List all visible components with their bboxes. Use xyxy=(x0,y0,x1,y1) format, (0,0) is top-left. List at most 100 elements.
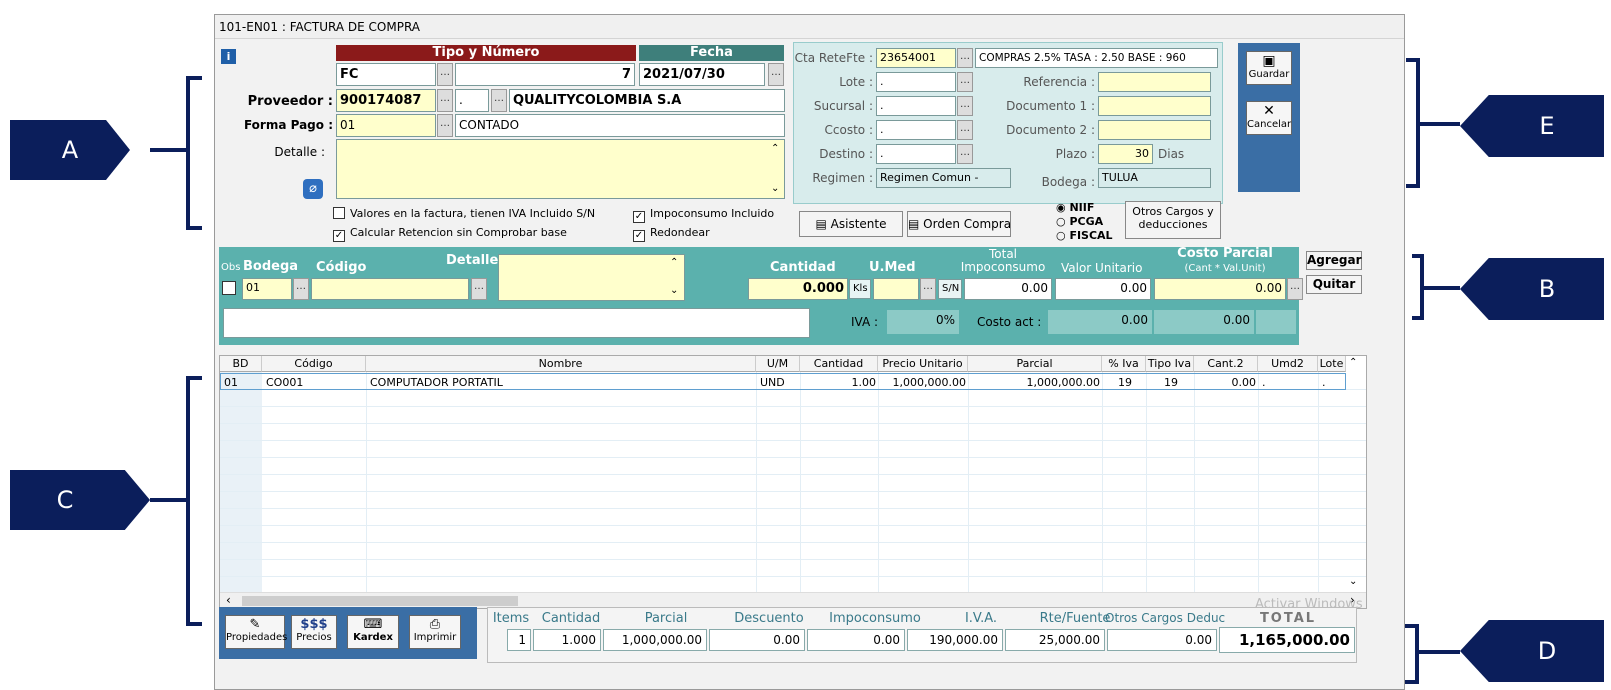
items-grid[interactable]: BD Código Nombre U/M Cantidad Precio Uni… xyxy=(219,355,1367,609)
costo-parcial-lookup-button[interactable]: … xyxy=(1287,278,1303,300)
asistente-button[interactable]: ▤ Asistente xyxy=(799,211,903,237)
summary-iva-label: I.V.A. xyxy=(964,611,998,626)
fecha-picker-button[interactable]: … xyxy=(768,63,784,86)
kardex-button[interactable]: ⌨ Kardex xyxy=(347,615,399,649)
destino-field[interactable]: . xyxy=(876,144,956,164)
radio-niif[interactable]: ◉ NIIF xyxy=(1056,201,1094,214)
radio-fiscal[interactable]: ○ FISCAL xyxy=(1056,229,1113,242)
col-tipo-iva[interactable]: Tipo Iva xyxy=(1146,356,1194,372)
grid-scroll-up-icon[interactable]: ⌃ xyxy=(1349,357,1357,368)
col-cant2[interactable]: Cant.2 xyxy=(1194,356,1258,372)
destino-lookup-button[interactable]: … xyxy=(957,144,973,164)
iva-value: 0% xyxy=(887,310,959,334)
printer-icon: ⎙ xyxy=(429,617,441,632)
cta-retefte-lookup-button[interactable]: … xyxy=(957,48,973,68)
col-um[interactable]: U/M xyxy=(756,356,800,372)
guardar-button[interactable]: ▣ Guardar xyxy=(1246,51,1292,85)
col-precio-unitario[interactable]: Precio Unitario xyxy=(878,356,968,372)
proveedor-sub-lookup-button[interactable]: … xyxy=(491,89,507,112)
detalle-item-scroll-down-icon[interactable]: ⌄ xyxy=(670,285,678,296)
info-icon[interactable]: i xyxy=(221,49,236,64)
table-row[interactable]: 01 CO001 COMPUTADOR PORTATIL UND 1.00 1,… xyxy=(220,373,1346,390)
obs-checkbox[interactable] xyxy=(222,281,236,295)
chk-iva-incluido[interactable]: Valores en la factura, tienen IVA Inclui… xyxy=(333,207,595,220)
proveedor-name-field: QUALITYCOLOMBIA S.A xyxy=(509,89,785,112)
bodega-item-lookup-button[interactable]: … xyxy=(293,278,309,300)
attach-clip-icon[interactable]: ⌀ xyxy=(303,179,323,199)
cta-retefte-field[interactable]: 23654001 xyxy=(876,48,956,68)
regimen-field: Regimen Comun - xyxy=(876,168,1011,188)
tipo-lookup-button[interactable]: … xyxy=(437,63,453,86)
col-cantidad[interactable]: Cantidad xyxy=(800,356,878,372)
referencia-field[interactable] xyxy=(1098,72,1211,92)
proveedor-lookup-button[interactable]: … xyxy=(437,89,453,112)
forma-pago-code-field[interactable]: 01 xyxy=(336,114,436,137)
bracket-d-tick xyxy=(1419,650,1460,654)
documento1-field[interactable] xyxy=(1098,96,1211,116)
scroll-left-icon[interactable]: ‹ xyxy=(226,593,231,607)
grid-scroll-down-icon[interactable]: ⌄ xyxy=(1349,576,1357,587)
ccosto-lookup-button[interactable]: … xyxy=(957,120,973,140)
col-codigo[interactable]: Código xyxy=(262,356,366,372)
total-impo-field[interactable]: 0.00 xyxy=(964,278,1052,300)
bodega-field: TULUA xyxy=(1098,168,1211,188)
proveedor-sub-field[interactable]: . xyxy=(455,89,489,112)
col-lote[interactable]: Lote xyxy=(1318,356,1346,372)
tipo-field[interactable]: FC xyxy=(336,63,436,86)
proveedor-label: Proveedor : xyxy=(247,94,333,109)
codigo-item-lookup-button[interactable]: … xyxy=(471,278,487,300)
costo-act-value2: 0.00 xyxy=(1154,310,1254,334)
documento1-label: Documento 1 : xyxy=(1006,99,1095,113)
costo-parcial-field[interactable]: 0.00 xyxy=(1154,278,1286,300)
numero-field[interactable]: 7 xyxy=(455,63,635,86)
quitar-button[interactable]: Quitar xyxy=(1306,275,1362,294)
proveedor-code-field[interactable]: 900174087 xyxy=(336,89,436,112)
sucursal-lookup-button[interactable]: … xyxy=(957,96,973,116)
precios-button[interactable]: $$$ Precios xyxy=(291,615,337,649)
bodega-item-field[interactable]: 01 xyxy=(242,278,292,300)
umed-item-field[interactable] xyxy=(873,278,919,300)
otros-cargos-button[interactable]: Otros Cargos y deducciones xyxy=(1125,201,1221,239)
summary-otros-value: 0.00 xyxy=(1107,629,1217,651)
detalle-item-scroll-up-icon[interactable]: ⌃ xyxy=(670,257,678,268)
summary-cantidad-value: 1.000 xyxy=(533,629,601,651)
fecha-field[interactable]: 2021/07/30 xyxy=(639,63,765,86)
summary-iva-value: 190,000.00 xyxy=(907,629,1003,651)
imprimir-button[interactable]: ⎙ Imprimir xyxy=(409,615,461,649)
orden-compra-button[interactable]: ▤ Orden Compra xyxy=(907,211,1011,237)
sucursal-field[interactable]: . xyxy=(876,96,956,116)
forma-pago-lookup-button[interactable]: … xyxy=(437,114,453,137)
codigo-item-field[interactable] xyxy=(311,278,469,300)
detalle-textarea[interactable] xyxy=(336,139,785,199)
col-nombre[interactable]: Nombre xyxy=(366,356,756,372)
forma-pago-label: Forma Pago : xyxy=(243,118,333,132)
cancelar-button[interactable]: ✕ Cancelar xyxy=(1246,101,1292,135)
valor-unitario-field[interactable]: 0.00 xyxy=(1055,278,1151,300)
horizontal-scrollbar[interactable]: ‹ › xyxy=(220,592,1366,608)
cantidad-item-field[interactable]: 0.000 xyxy=(748,278,848,300)
scroll-thumb[interactable] xyxy=(242,596,518,606)
regimen-label: Regimen : xyxy=(812,171,873,185)
chk-calcular-retencion[interactable]: ✓ Calcular Retencion sin Comprobar base xyxy=(333,226,567,242)
chk-impoconsumo[interactable]: ✓ Impoconsumo Incluido xyxy=(633,207,774,223)
col-umd2[interactable]: Umd2 xyxy=(1258,356,1318,372)
agregar-button[interactable]: Agregar xyxy=(1306,251,1362,270)
chk-redondear[interactable]: ✓ Redondear xyxy=(633,226,710,242)
col-parcial[interactable]: Parcial xyxy=(968,356,1102,372)
col-bd[interactable]: BD xyxy=(220,356,262,372)
propiedades-button[interactable]: ✎ Propiedades xyxy=(225,615,287,649)
detalle-scroll-up-icon[interactable]: ⌃ xyxy=(771,143,779,154)
observacion-field[interactable] xyxy=(223,308,810,338)
detalle-item-textarea[interactable] xyxy=(498,254,685,301)
lote-field[interactable]: . xyxy=(876,72,956,92)
documento2-field[interactable] xyxy=(1098,120,1211,140)
plazo-field[interactable]: 30 xyxy=(1098,144,1153,164)
ccosto-field[interactable]: . xyxy=(876,120,956,140)
radio-pcga[interactable]: ○ PCGA xyxy=(1056,215,1103,228)
bracket-c xyxy=(186,376,202,626)
umed-lookup-button[interactable]: … xyxy=(920,278,936,300)
plazo-label: Plazo : xyxy=(1055,147,1095,161)
detalle-scroll-down-icon[interactable]: ⌄ xyxy=(771,183,779,194)
col-pct-iva[interactable]: % Iva xyxy=(1102,356,1146,372)
lote-lookup-button[interactable]: … xyxy=(957,72,973,92)
